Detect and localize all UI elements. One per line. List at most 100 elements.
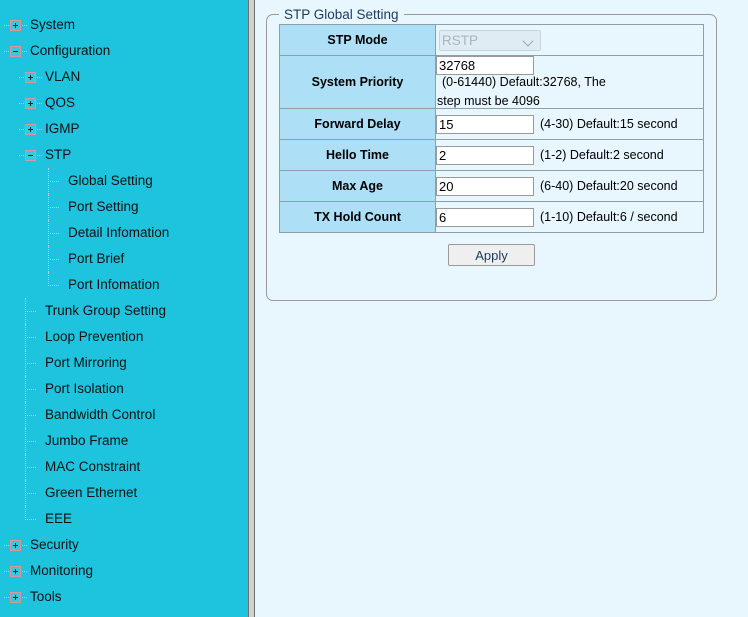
- sidebar-item-mac-constraint[interactable]: MAC Constraint: [0, 453, 248, 480]
- setting-label-cell: Forward Delay: [279, 108, 436, 140]
- hello-time-input[interactable]: [436, 145, 534, 165]
- setting-value-cell: (4-30) Default:15 second: [435, 108, 704, 140]
- tree-leaf-connector-icon: [25, 349, 36, 376]
- sidebar-item-label: STP: [45, 147, 72, 162]
- table-row: STP Mode RSTP: [279, 24, 704, 56]
- tree-leaf-connector-icon: [25, 401, 36, 428]
- value-row: (1-10) Default:6 / second: [436, 207, 703, 227]
- sidebar-item-system[interactable]: System: [0, 12, 248, 38]
- value-row: (0-61440) Default:32768, The step must be…: [436, 56, 703, 108]
- stp-mode-select[interactable]: RSTP: [439, 29, 541, 51]
- tree-leaf-connector-icon: [48, 245, 59, 272]
- sidebar-item-detail-infomation[interactable]: Detail Infomation: [0, 219, 248, 246]
- sidebar-item-label: Security: [30, 537, 79, 552]
- sidebar-item-loop-prevention[interactable]: Loop Prevention: [0, 323, 248, 350]
- sidebar-item-igmp[interactable]: IGMP: [0, 116, 248, 142]
- tree-leaf-connector-icon: [48, 167, 59, 194]
- sidebar-item-monitoring[interactable]: Monitoring: [0, 558, 248, 584]
- page-root: System Configuration VLAN QOS IGMP STP Global …: [0, 0, 748, 617]
- sidebar-item-port-infomation[interactable]: Port Infomation: [0, 271, 248, 298]
- setting-hint-text: (6-40) Default:20 second: [540, 179, 678, 193]
- sidebar-item-port-isolation[interactable]: Port Isolation: [0, 375, 248, 402]
- tree-leaf-connector-icon: [25, 453, 36, 480]
- table-row: Max Age (6-40) Default:20 second: [279, 170, 704, 202]
- expand-plus-icon[interactable]: [4, 565, 27, 577]
- sidebar-item-jumbo-frame[interactable]: Jumbo Frame: [0, 427, 248, 454]
- forward-delay-input[interactable]: [436, 114, 534, 134]
- sidebar-item-trunk-group-setting[interactable]: Trunk Group Setting: [0, 297, 248, 324]
- tree-connector-left: [4, 50, 9, 53]
- sidebar-item-port-brief[interactable]: Port Brief: [0, 245, 248, 272]
- sidebar-item-security[interactable]: Security: [0, 532, 248, 558]
- apply-button-bar: Apply: [267, 244, 716, 266]
- expand-plus-icon[interactable]: [19, 97, 42, 109]
- setting-label-cell: System Priority: [279, 55, 436, 109]
- sidebar-item-label: Bandwidth Control: [45, 407, 156, 422]
- stp-global-setting-panel: STP Global Setting STP Mode RSTP System Pr…: [266, 7, 717, 301]
- tree-leaf-connector-icon: [25, 427, 36, 454]
- sidebar-item-label: Port Setting: [68, 199, 139, 214]
- tree-connector-right: [37, 154, 42, 157]
- expand-plus-icon[interactable]: [4, 19, 27, 31]
- tree-leaf-connector-icon: [25, 323, 36, 350]
- system-priority-input[interactable]: [436, 56, 534, 75]
- sidebar-item-port-setting[interactable]: Port Setting: [0, 193, 248, 220]
- expand-plus-icon[interactable]: [19, 71, 42, 83]
- tx-hold-count-input[interactable]: [436, 207, 534, 227]
- sidebar-item-label: Port Brief: [68, 251, 125, 266]
- sidebar-item-label: EEE: [45, 511, 73, 526]
- setting-label-cell: TX Hold Count: [279, 201, 436, 233]
- tree-leaf-connector-icon: [48, 219, 59, 246]
- sidebar-item-bandwidth-control[interactable]: Bandwidth Control: [0, 401, 248, 428]
- tree-connector-right: [22, 570, 27, 573]
- tree-connector-right: [22, 544, 27, 547]
- stp-mode-select-wrapper[interactable]: RSTP: [439, 29, 541, 51]
- value-row: (6-40) Default:20 second: [436, 176, 703, 196]
- tree-connector-right: [22, 50, 27, 53]
- sidebar-item-qos[interactable]: QOS: [0, 90, 248, 116]
- sidebar-item-green-ethernet[interactable]: Green Ethernet: [0, 479, 248, 506]
- sidebar-item-port-mirroring[interactable]: Port Mirroring: [0, 349, 248, 376]
- sidebar-item-vlan[interactable]: VLAN: [0, 64, 248, 90]
- sidebar-item-label: MAC Constraint: [45, 459, 141, 474]
- sidebar-item-label: Configuration: [30, 43, 111, 58]
- collapse-minus-icon[interactable]: [19, 149, 42, 161]
- sidebar-item-label: IGMP: [45, 121, 80, 136]
- tree-connector-left: [19, 128, 24, 131]
- sidebar-item-label: Global Setting: [68, 173, 153, 188]
- tree-leaf-connector-icon: [25, 375, 36, 402]
- expand-plus-icon[interactable]: [4, 539, 27, 551]
- sidebar-item-tools[interactable]: Tools: [0, 584, 248, 610]
- tree-leaf-connector-icon: [25, 479, 36, 506]
- apply-button[interactable]: Apply: [448, 244, 535, 266]
- setting-hint-text-line2: step must be 4096: [437, 94, 540, 108]
- sidebar-item-label: VLAN: [45, 69, 81, 84]
- tree-leaf-connector-icon: [25, 297, 36, 324]
- setting-label-cell: Max Age: [279, 170, 436, 202]
- sidebar-item-label: Monitoring: [30, 563, 94, 578]
- value-row: RSTP: [436, 29, 703, 51]
- tree-connector-right: [37, 76, 42, 79]
- tree-connector-right: [22, 596, 27, 599]
- sidebar-item-label: Port Mirroring: [45, 355, 127, 370]
- sidebar-item-label: System: [30, 17, 76, 32]
- value-row: (1-2) Default:2 second: [436, 145, 703, 165]
- expand-plus-icon[interactable]: [19, 123, 42, 135]
- expand-plus-icon[interactable]: [4, 591, 27, 603]
- sidebar-item-configuration[interactable]: Configuration: [0, 38, 248, 64]
- setting-hint-text: (0-61440) Default:32768, The: [442, 75, 606, 89]
- sidebar-item-stp[interactable]: STP: [0, 142, 248, 168]
- max-age-input[interactable]: [436, 176, 534, 196]
- tree-connector-left: [19, 76, 24, 79]
- tree-leaf-connector-icon: [48, 193, 59, 220]
- sidebar-item-label: QOS: [45, 95, 76, 110]
- sidebar-item-label: Detail Infomation: [68, 225, 170, 240]
- collapse-minus-icon[interactable]: [4, 45, 27, 57]
- table-row: System Priority(0-61440) Default:32768, …: [279, 55, 704, 109]
- sidebar-content-divider[interactable]: [248, 0, 255, 617]
- value-row: (4-30) Default:15 second: [436, 114, 703, 134]
- tree-connector-left: [19, 102, 24, 105]
- tree-connector-left: [4, 24, 9, 27]
- sidebar-item-eee[interactable]: EEE: [0, 505, 248, 532]
- sidebar-item-global-setting[interactable]: Global Setting: [0, 167, 248, 194]
